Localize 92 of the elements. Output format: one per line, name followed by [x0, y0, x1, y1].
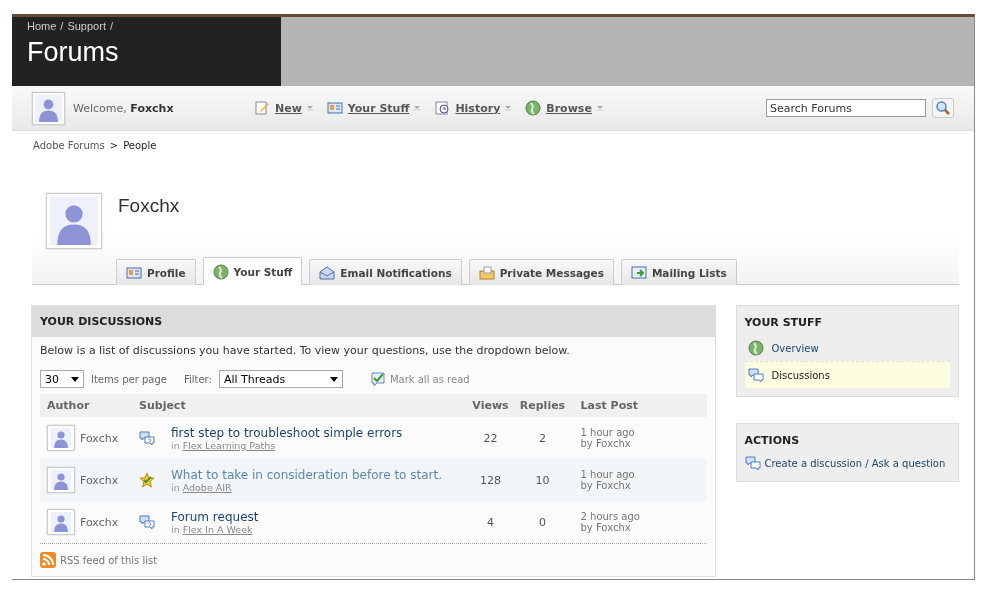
profile-tab[interactable]: Private Messages — [468, 259, 614, 285]
star-icon — [139, 472, 155, 488]
last-post-author: by Foxchx — [580, 480, 631, 491]
last-post-time: 1 hour ago — [580, 427, 636, 438]
panel-heading: YOUR STUFF — [744, 316, 824, 329]
envelope-icon — [319, 264, 336, 281]
search-field[interactable]: Search Forums — [766, 99, 926, 117]
column-header: Replies — [518, 399, 567, 412]
column-header: Subject — [139, 399, 187, 412]
column-header: Views — [471, 399, 510, 412]
table-cell-text: 10 — [534, 473, 551, 487]
mail-icon — [630, 264, 647, 281]
avatar-icon — [47, 467, 75, 493]
filter-select[interactable]: All Threads — [218, 370, 343, 388]
per-page-label: Items per page — [91, 373, 167, 385]
page-title: Forums — [27, 37, 120, 68]
avatar-icon — [47, 509, 75, 535]
folder-icon — [478, 264, 495, 281]
speech-bubbles-icon — [744, 455, 761, 471]
column-header: Last Post — [579, 399, 639, 412]
filter-label: Filter: — [183, 373, 212, 385]
table-cell-text: 128 — [479, 473, 502, 487]
menu-button[interactable]: Your Stuff — [326, 100, 421, 116]
breadcrumb-current: People — [123, 140, 157, 151]
breadcrumb-separator: > — [109, 140, 119, 151]
profile-tab[interactable]: Email Notifications — [309, 259, 462, 285]
checkmark-icon — [369, 371, 386, 387]
avatar-icon — [32, 91, 65, 125]
caret-icon — [414, 105, 421, 111]
last-post-author: by Foxchx — [580, 522, 631, 533]
globe-icon — [747, 340, 764, 356]
search-button[interactable] — [932, 98, 954, 118]
dropdown-arrow-icon — [71, 376, 79, 382]
breadcrumb-separator: / — [60, 20, 64, 32]
rss-link[interactable]: RSS feed of this list — [60, 554, 158, 566]
author-name[interactable]: Foxchx — [80, 431, 119, 445]
table-cell-text: 2 — [538, 431, 547, 445]
forum-link[interactable]: Flex Learning Paths — [182, 439, 276, 451]
last-post-time: 1 hour ago — [580, 469, 636, 480]
sidebar-item[interactable]: Discussions — [744, 361, 950, 388]
profile-tab[interactable]: Profile — [116, 259, 196, 285]
author-name[interactable]: Foxchx — [80, 473, 119, 487]
stuff-icon — [326, 100, 343, 116]
panel-heading: YOUR DISCUSSIONS — [32, 306, 715, 337]
table-cell-text: 22 — [482, 431, 499, 445]
table-cell-text: 0 — [538, 515, 547, 529]
breadcrumb-link[interactable]: Adobe Forums — [33, 140, 105, 151]
speech-bubbles-icon — [747, 367, 764, 383]
question-bubble-icon — [139, 430, 155, 446]
forum-link[interactable]: Flex In A Week — [182, 523, 253, 535]
search-icon — [935, 100, 951, 116]
new-icon — [254, 100, 270, 116]
table-cell-text: 4 — [486, 515, 495, 529]
globe-icon — [212, 264, 229, 280]
mark-read-link[interactable]: Mark all as read — [363, 370, 476, 388]
intro-text: Below is a list of discussions you have started. To view your questions, use the dropdown below. — [39, 343, 571, 359]
column-header: Author — [46, 399, 91, 412]
id-card-icon — [126, 264, 142, 281]
avatar-icon — [46, 193, 102, 249]
caret-icon — [306, 105, 313, 111]
in-label: in — [171, 481, 180, 493]
per-page-select[interactable]: 30 — [40, 370, 84, 388]
panel-heading: ACTIONS — [744, 434, 801, 447]
profile-tab[interactable]: Your Stuff — [202, 257, 303, 285]
in-label: in — [171, 523, 180, 535]
thread-link[interactable]: What to take in consideration before to start. — [171, 467, 442, 482]
last-post-author: by Foxchx — [580, 438, 631, 449]
breadcrumb-link[interactable]: Home — [27, 20, 57, 32]
profile-tab[interactable]: Mailing Lists — [620, 259, 737, 285]
sidebar-item[interactable]: Overview — [744, 335, 950, 361]
menu-button[interactable]: Browse — [525, 100, 603, 116]
action-link[interactable]: Create a discussion / Ask a question — [744, 453, 950, 473]
author-name[interactable]: Foxchx — [80, 515, 119, 529]
menu-button[interactable]: New — [254, 100, 313, 116]
last-post-time: 2 hours ago — [580, 511, 641, 522]
history-icon — [434, 100, 451, 116]
profile-name: Foxchx — [118, 195, 180, 218]
thread-link[interactable]: Forum request — [171, 509, 259, 524]
welcome-text: Welcome, Foxchx — [73, 101, 174, 115]
breadcrumb-link[interactable]: Support — [67, 20, 106, 32]
forum-link[interactable]: Adobe AIR — [182, 481, 232, 493]
avatar-icon — [47, 425, 75, 451]
caret-icon — [596, 105, 603, 111]
caret-icon — [505, 105, 512, 111]
menu-button[interactable]: History — [434, 100, 512, 116]
browse-icon — [525, 100, 542, 116]
thread-link[interactable]: first step to troubleshoot simple errors — [171, 425, 403, 440]
breadcrumb-separator: / — [109, 20, 113, 32]
question-bubble-icon — [139, 514, 155, 530]
rss-icon — [40, 552, 56, 568]
in-label: in — [171, 439, 180, 451]
dropdown-arrow-icon — [329, 376, 338, 382]
